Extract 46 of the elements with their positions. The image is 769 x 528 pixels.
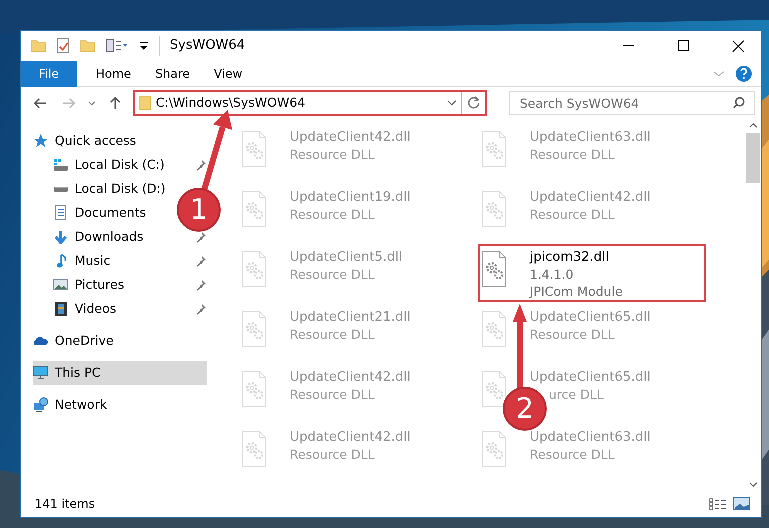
ribbon-tab[interactable]: Share xyxy=(150,64,196,82)
file-version: 1.4.1.0 xyxy=(530,266,575,283)
address-bar[interactable]: C:\Windows\SysWOW64 xyxy=(133,90,487,116)
ribbon-tab[interactable]: Home xyxy=(91,64,136,82)
nav-item[interactable]: Downloads xyxy=(53,225,148,249)
file-name: UpdateClient65.dll xyxy=(530,369,651,386)
nav-item[interactable]: This PC xyxy=(33,361,207,385)
nav-item[interactable]: Pictures xyxy=(53,273,128,297)
file-description: Resource DLL xyxy=(290,206,376,223)
file-name: UpdateClient65.dll xyxy=(530,309,651,326)
file-description: Resource DLL xyxy=(290,386,376,403)
file-tab[interactable]: File xyxy=(21,60,77,86)
item-count: 141 items xyxy=(35,496,96,513)
nav-item[interactable]: Network xyxy=(33,393,112,417)
file-description: Resource DLL xyxy=(290,446,376,463)
nav-item[interactable]: OneDrive xyxy=(33,329,118,353)
file-description: Resource DLL xyxy=(530,446,616,463)
file-description: Resource DLL xyxy=(530,326,616,343)
file-name: jpicom32.dll xyxy=(530,249,610,266)
ribbon-tab[interactable]: View xyxy=(209,64,248,82)
file-name: UpdateClient63.dll xyxy=(530,429,651,446)
window-title: SysWOW64 xyxy=(159,36,246,56)
file-name: UpdateClient42.dll xyxy=(290,429,411,446)
nav-item[interactable]: Documents xyxy=(53,201,150,225)
file-name: UpdateClient42.dll xyxy=(530,189,651,206)
file-name: UpdateClient5.dll xyxy=(290,249,403,266)
file-description: Resource DLL xyxy=(290,266,376,283)
file-item[interactable]: jpicom32.dll 1.4.1.0 JPICom Module xyxy=(478,244,706,302)
address-path: C:\Windows\SysWOW64 xyxy=(156,94,306,112)
nav-item[interactable]: Music xyxy=(53,249,115,273)
search-field[interactable]: Search SysWOW64 xyxy=(509,91,755,115)
nav-item[interactable]: Local Disk (C:) xyxy=(53,153,169,177)
nav-item[interactable]: Local Disk (D:) xyxy=(53,177,170,201)
file-description: JPICom Module xyxy=(530,283,623,300)
file-name: UpdateClient21.dll xyxy=(290,309,411,326)
file-description: Resource DLL xyxy=(530,206,616,223)
nav-item[interactable]: Videos xyxy=(53,297,121,321)
file-name: UpdateClient42.dll xyxy=(290,129,411,146)
nav-item[interactable]: Quick access xyxy=(33,129,140,153)
file-name: UpdateClient42.dll xyxy=(290,369,411,386)
file-name: UpdateClient63.dll xyxy=(530,129,651,146)
file-description: Resource DLL xyxy=(530,146,616,163)
file-description: Resource DLL xyxy=(290,146,376,163)
file-description: urce DLL xyxy=(549,386,604,403)
file-description: Resource DLL xyxy=(290,326,376,343)
file-name: UpdateClient19.dll xyxy=(290,189,411,206)
